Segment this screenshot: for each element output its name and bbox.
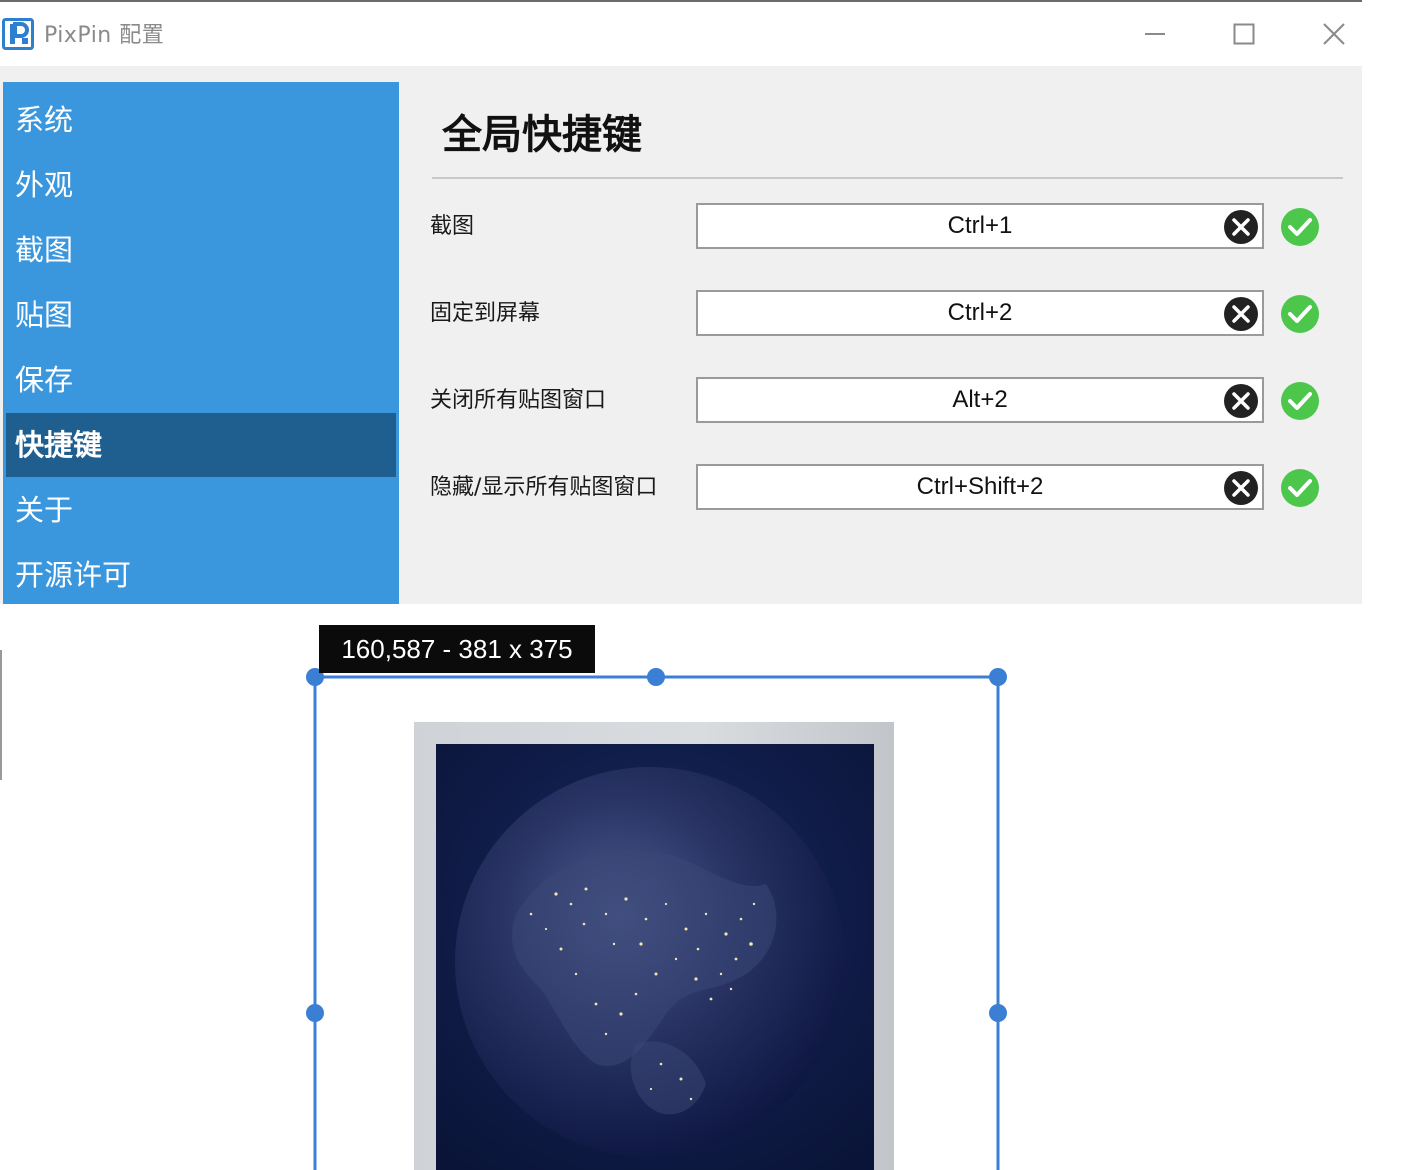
title-bar[interactable]: PixPin 配置 <box>0 0 1362 66</box>
clear-hotkey-icon[interactable] <box>1222 469 1260 507</box>
title-divider <box>432 177 1343 179</box>
clear-hotkey-icon[interactable] <box>1222 382 1260 420</box>
minimize-icon <box>1145 33 1165 35</box>
sidebar-item-pin[interactable]: 贴图 <box>6 283 396 347</box>
sidebar-item-hotkeys[interactable]: 快捷键 <box>6 413 396 477</box>
screen-edge-mark <box>0 650 2 780</box>
selection-readout: 160,587 - 381 x 375 <box>319 625 595 673</box>
check-circle-icon <box>1281 469 1319 507</box>
sidebar-item-licenses[interactable]: 开源许可 <box>6 543 396 604</box>
maximize-icon <box>1233 23 1255 45</box>
hotkey-label-toggle-all-pins: 隐藏/显示所有贴图窗口 <box>430 475 658 500</box>
sidebar-item-about[interactable]: 关于 <box>6 478 396 542</box>
window-title: PixPin 配置 <box>44 23 165 48</box>
earth-at-night-image <box>436 744 874 1170</box>
resize-handle-top-center[interactable] <box>647 668 665 686</box>
hotkey-input-close-all-pins[interactable]: Alt+2 <box>696 377 1264 423</box>
screen: PixPin 配置 系统 外观 截图 贴图 保存 快捷键 关于 开源许可 全局快… <box>0 0 1402 1170</box>
clear-hotkey-icon[interactable] <box>1222 208 1260 246</box>
page-title: 全局快捷键 <box>442 112 642 158</box>
resize-handle-middle-left[interactable] <box>306 1004 324 1022</box>
resize-handle-middle-right[interactable] <box>989 1004 1007 1022</box>
settings-window: PixPin 配置 系统 外观 截图 贴图 保存 快捷键 关于 开源许可 全局快… <box>0 0 1362 604</box>
minimize-button[interactable] <box>1132 12 1178 56</box>
hotkey-input-toggle-all-pins[interactable]: Ctrl+Shift+2 <box>696 464 1264 510</box>
hotkey-input-pin-to-screen[interactable]: Ctrl+2 <box>696 290 1264 336</box>
maximize-button[interactable] <box>1221 12 1267 56</box>
sidebar-item-appearance[interactable]: 外观 <box>6 153 396 217</box>
hotkey-label-close-all-pins: 关闭所有贴图窗口 <box>430 388 607 413</box>
resize-handle-top-right[interactable] <box>989 668 1007 686</box>
sidebar-item-save[interactable]: 保存 <box>6 348 396 412</box>
clear-hotkey-icon[interactable] <box>1222 295 1260 333</box>
hotkey-label-screenshot: 截图 <box>430 214 475 239</box>
globe-icon <box>436 744 874 1170</box>
close-icon <box>1323 23 1345 45</box>
settings-sidebar: 系统 外观 截图 贴图 保存 快捷键 关于 开源许可 <box>3 82 399 604</box>
sidebar-item-screenshot[interactable]: 截图 <box>6 218 396 282</box>
hotkey-input-screenshot[interactable]: Ctrl+1 <box>696 203 1264 249</box>
sidebar-item-system[interactable]: 系统 <box>6 88 396 152</box>
hotkeys-panel: 全局快捷键 截图 Ctrl+1 固定到屏幕 Ctrl+2 关闭所有贴图窗口 Al… <box>412 82 1362 604</box>
check-circle-icon <box>1281 295 1319 333</box>
check-circle-icon <box>1281 208 1319 246</box>
close-button[interactable] <box>1311 12 1357 56</box>
hotkey-label-pin-to-screen: 固定到屏幕 <box>430 301 541 326</box>
pixpin-logo-icon <box>2 18 34 50</box>
check-circle-icon <box>1281 382 1319 420</box>
